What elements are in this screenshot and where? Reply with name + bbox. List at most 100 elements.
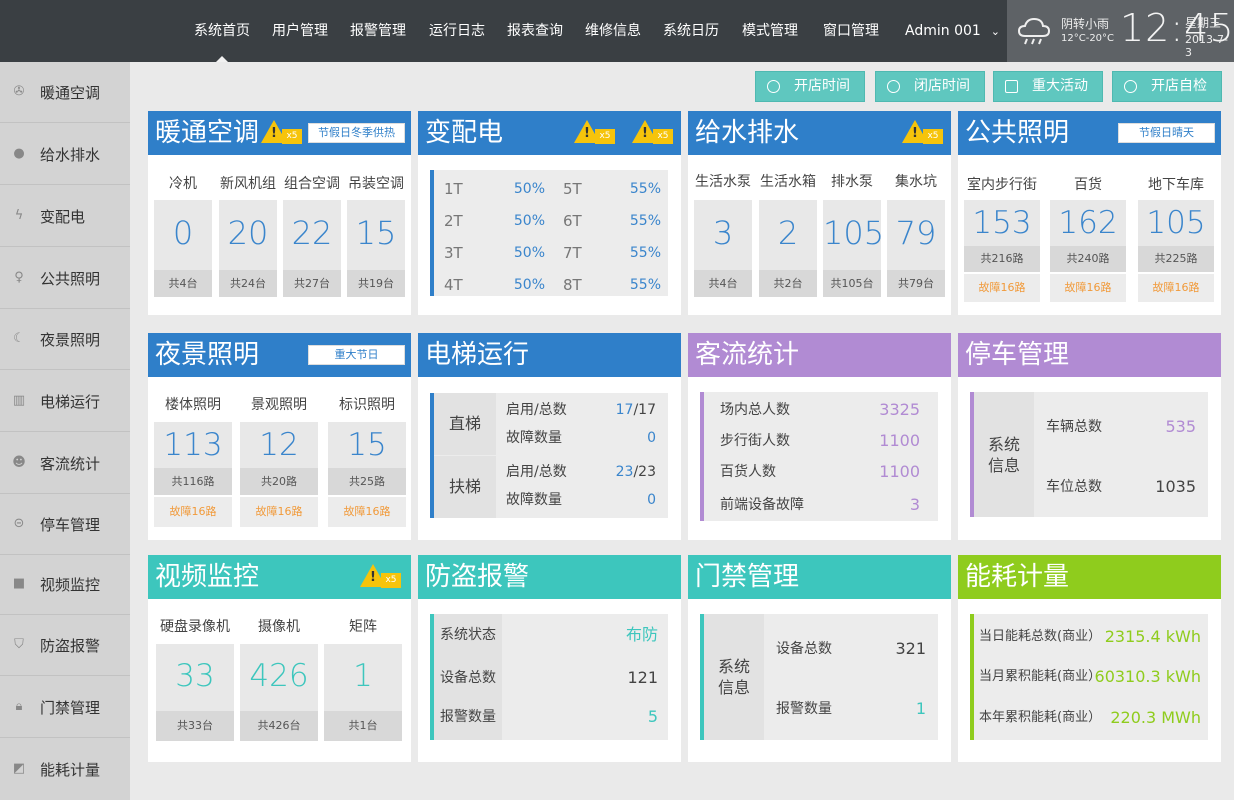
stat-column[interactable]: 组合空调 22 共27台	[283, 173, 341, 297]
stat-column[interactable]: 百货 162 共240路 故障16路	[1050, 174, 1126, 305]
sidebar-item-public-lighting[interactable]: ♀ 公共照明	[0, 248, 130, 309]
traffic-row[interactable]: 步行街人数 1100	[720, 427, 920, 455]
stat-column[interactable]: 冷机 0 共4台	[154, 173, 212, 297]
alarm-row[interactable]: 报警数量 5	[440, 702, 658, 732]
transformer-row[interactable]: 1T 50%	[444, 177, 549, 201]
traffic-row[interactable]: 前端设备故障 3	[720, 491, 920, 519]
traffic-row[interactable]: 场内总人数 3325	[720, 396, 920, 424]
sidebar-item-water[interactable]: ● 给水排水	[0, 124, 130, 185]
night-light-icon: ☾	[13, 331, 25, 346]
access-row[interactable]: 设备总数 321	[776, 622, 926, 676]
transformer-row[interactable]: 2T 50%	[444, 209, 549, 233]
stat-name: 排水泵	[831, 174, 873, 190]
nav-report-query[interactable]: 报表查询	[499, 0, 571, 62]
stat-column[interactable]: 摄像机 426 共426台	[240, 616, 318, 741]
stat-column[interactable]: 硬盘录像机 33 共33台	[156, 616, 234, 741]
warning-icon[interactable]: ! x5	[632, 118, 674, 146]
user-menu[interactable]: Admin 001 ⌄	[905, 0, 1000, 62]
stat-column[interactable]: 标识照明 15 共25路 故障16路	[328, 394, 406, 529]
energy-row[interactable]: 本年累积能耗(商业） 220.3 MWh	[979, 701, 1201, 735]
major-event-button[interactable]: 重大活动	[993, 71, 1103, 102]
elevator-card: 电梯运行 直梯 扶梯 启用/总数 17/17 故障数量 0 启用/总数 23/23 故…	[418, 333, 681, 540]
nav-window-management[interactable]: 窗口管理	[815, 0, 887, 62]
stat-column[interactable]: 楼体照明 113 共116路 故障16路	[154, 394, 232, 529]
stat-column[interactable]: 生活水箱 2 共2台	[759, 171, 817, 297]
row-label: 设备总数	[776, 641, 832, 657]
transformer-row[interactable]: 4T 50%	[444, 273, 549, 297]
alarm-row[interactable]: 系统状态 布防	[440, 620, 658, 650]
sidebar-item-night-lighting[interactable]: ☾ 夜景照明	[0, 309, 130, 370]
stat-column[interactable]: 景观照明 12 共20路 故障16路	[240, 394, 318, 529]
open-time-button[interactable]: 开店时间	[755, 71, 865, 102]
warning-icon[interactable]: ! x5	[360, 562, 402, 590]
stat-total: 共19台	[347, 270, 405, 297]
elevator-row[interactable]: 启用/总数 17/17	[506, 397, 656, 423]
elevator-table: 直梯 扶梯 启用/总数 17/17 故障数量 0 启用/总数 23/23 故障数量 0	[430, 393, 668, 518]
warning-icon[interactable]: ! x5	[261, 118, 303, 146]
card-header: 暖通空调 ! x5 节假日冬季供热	[148, 111, 411, 155]
elevator-row[interactable]: 启用/总数 23/23	[506, 459, 656, 485]
nav-alarm-management[interactable]: 报警管理	[342, 0, 414, 62]
alarm-row[interactable]: 设备总数 121	[440, 663, 658, 693]
stat-total: 共216路	[964, 246, 1040, 272]
row-label: 故障数量	[506, 492, 562, 508]
nav-maintenance[interactable]: 维修信息	[577, 0, 649, 62]
stat-column[interactable]: 新风机组 20 共24台	[219, 173, 277, 297]
card-header: 门禁管理	[688, 555, 951, 599]
elevator-row[interactable]: 故障数量 0	[506, 425, 656, 451]
nav-user-management[interactable]: 用户管理	[264, 0, 336, 62]
nav-home[interactable]: 系统首页	[186, 0, 258, 62]
energy-row[interactable]: 当日能耗总数(商业） 2315.4 kWh	[979, 620, 1201, 654]
card-header: 公共照明 节假日晴天	[958, 111, 1221, 155]
transformer-row[interactable]: 7T 55%	[563, 241, 661, 265]
close-time-button[interactable]: 闭店时间	[875, 71, 985, 102]
calendar-icon	[1005, 80, 1018, 93]
nav-mode-management[interactable]: 模式管理	[734, 0, 806, 62]
sidebar-item-burglar-alarm[interactable]: ⛉ 防盗报警	[0, 615, 130, 676]
traffic-row[interactable]: 百货人数 1100	[720, 458, 920, 486]
transformer-name: 5T	[563, 180, 582, 198]
stat-column[interactable]: 吊装空调 15 共19台	[347, 173, 405, 297]
stat-column[interactable]: 排水泵 105 共105台	[823, 171, 884, 297]
stat-column[interactable]: 生活水泵 3 共4台	[694, 171, 752, 297]
sidebar-item-parking[interactable]: ⊝ 停车管理	[0, 494, 130, 555]
sidebar-item-elevator[interactable]: ▥ 电梯运行	[0, 371, 130, 432]
transformer-row[interactable]: 6T 55%	[563, 209, 661, 233]
sidebar-item-power[interactable]: ϟ 变配电	[0, 186, 130, 247]
sidebar-item-energy[interactable]: ◩ 能耗计量	[0, 739, 130, 800]
power-card: 变配电 ! x5 ! x5 1T 50% 2T 50% 3T 50% 4T 50% 5T 55…	[418, 111, 681, 315]
self-check-button[interactable]: 开店自检	[1112, 71, 1222, 102]
stat-box: 3	[694, 200, 752, 270]
nav-run-log[interactable]: 运行日志	[421, 0, 493, 62]
stat-column[interactable]: 集水坑 79 共79台	[887, 171, 945, 297]
transformer-row[interactable]: 8T 55%	[563, 273, 661, 297]
sidebar-item-video[interactable]: ■ 视频监控	[0, 554, 130, 615]
row-label: 本年累积能耗(商业）	[979, 710, 1102, 725]
row-label: 车辆总数	[1046, 419, 1102, 435]
sidebar-item-hvac[interactable]: ✇ 暖通空调	[0, 62, 130, 123]
sidebar-item-access-control[interactable]: 🔒︎ 门禁管理	[0, 677, 130, 738]
warning-icon[interactable]: ! x5	[574, 118, 616, 146]
card-header: 电梯运行	[418, 333, 681, 377]
row-value: 1100	[879, 462, 920, 481]
warning-icon[interactable]: ! x5	[902, 118, 944, 146]
transformer-row[interactable]: 3T 50%	[444, 241, 549, 265]
stat-column[interactable]: 地下车库 105 共225路 故障16路	[1138, 174, 1214, 305]
parking-row[interactable]: 车位总数 1035	[1046, 460, 1196, 514]
stat-column[interactable]: 矩阵 1 共1台	[324, 616, 402, 741]
nav-system-calendar[interactable]: 系统日历	[655, 0, 727, 62]
stat-total: 共4台	[154, 270, 212, 297]
top-bar: 系统首页 用户管理 报警管理 运行日志 报表查询 维修信息 系统日历 模式管理 …	[0, 0, 1234, 62]
stat-box: 79	[887, 200, 945, 270]
sidebar-item-passenger-flow[interactable]: ☻ 客流统计	[0, 433, 130, 494]
date: 2013-7-3	[1185, 33, 1228, 59]
card-title: 防盗报警	[425, 562, 530, 592]
elevator-row[interactable]: 故障数量 0	[506, 487, 656, 513]
energy-row[interactable]: 当月累积能耗(商业） 60310.3 kWh	[979, 660, 1201, 694]
access-row[interactable]: 报警数量 1	[776, 682, 926, 736]
transformer-row[interactable]: 5T 55%	[563, 177, 661, 201]
energy-card: 能耗计量 当日能耗总数(商业） 2315.4 kWh 当月累积能耗(商业） 6031…	[958, 555, 1221, 762]
parking-row[interactable]: 车辆总数 535	[1046, 400, 1196, 454]
stat-column[interactable]: 室内步行街 153 共216路 故障16路	[964, 174, 1040, 305]
stat-name: 新风机组	[220, 176, 276, 192]
